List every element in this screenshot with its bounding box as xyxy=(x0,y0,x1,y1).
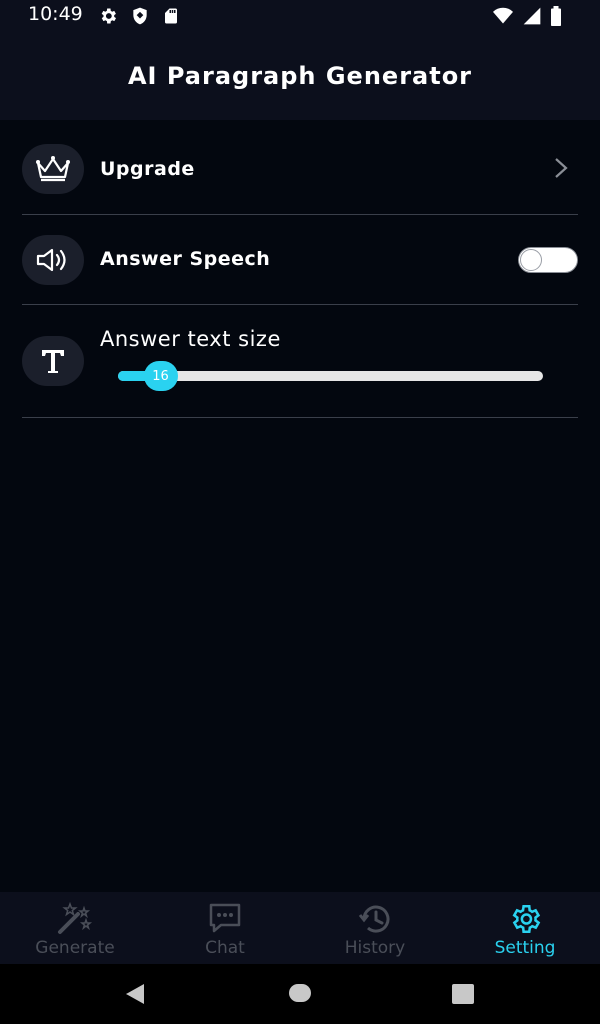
shield-icon xyxy=(133,7,147,25)
upgrade-icon-badge xyxy=(22,144,84,194)
nav-label-chat: Chat xyxy=(205,938,245,958)
answer-text-size-label: Answer text size xyxy=(100,327,281,351)
speech-icon-badge xyxy=(22,235,84,285)
nav-label-setting: Setting xyxy=(494,938,556,958)
wifi-icon xyxy=(493,7,513,24)
answer-speech-row: Answer Speech xyxy=(22,215,578,305)
answer-text-size-row: Answer text size 16 xyxy=(22,305,578,418)
nav-item-generate[interactable]: Generate xyxy=(0,892,150,964)
crown-icon xyxy=(36,156,70,182)
chevron-right-icon xyxy=(555,158,568,178)
nav-item-chat[interactable]: Chat xyxy=(150,892,300,964)
gear-icon xyxy=(101,8,116,24)
speaker-icon xyxy=(36,248,66,272)
signal-icon xyxy=(523,7,541,25)
gear-icon xyxy=(512,904,541,934)
slider-value: 16 xyxy=(152,368,169,384)
status-icons-left xyxy=(98,6,180,26)
magic-wand-icon xyxy=(58,902,93,934)
upgrade-label: Upgrade xyxy=(100,158,195,180)
home-button[interactable] xyxy=(289,984,311,1002)
battery-icon xyxy=(551,6,561,26)
chat-bubble-icon xyxy=(209,903,241,933)
status-bar: 10:49 xyxy=(0,0,600,32)
sd-card-icon xyxy=(165,8,177,24)
bottom-nav: Generate Chat History Setting xyxy=(0,892,600,964)
app-screen: 10:49 AI Paragraph Generator Upgrade Ans… xyxy=(0,0,600,1024)
text-size-icon-badge xyxy=(22,336,84,386)
nav-item-setting[interactable]: Setting xyxy=(450,892,600,964)
slider-thumb[interactable]: 16 xyxy=(143,361,178,391)
app-header: AI Paragraph Generator xyxy=(0,32,600,120)
text-size-slider[interactable]: 16 xyxy=(118,361,543,391)
nav-label-generate: Generate xyxy=(35,938,115,958)
answer-speech-toggle[interactable] xyxy=(518,247,578,273)
page-title: AI Paragraph Generator xyxy=(127,62,473,90)
toggle-knob xyxy=(520,249,542,271)
status-icons-right xyxy=(492,6,562,26)
answer-speech-label: Answer Speech xyxy=(100,248,271,270)
upgrade-row[interactable]: Upgrade xyxy=(22,120,578,215)
nav-label-history: History xyxy=(344,938,406,958)
text-size-icon xyxy=(42,350,64,373)
status-time: 10:49 xyxy=(28,3,83,25)
history-icon xyxy=(358,905,390,933)
recents-button[interactable] xyxy=(452,984,474,1004)
nav-item-history[interactable]: History xyxy=(300,892,450,964)
back-icon[interactable] xyxy=(124,983,146,1005)
